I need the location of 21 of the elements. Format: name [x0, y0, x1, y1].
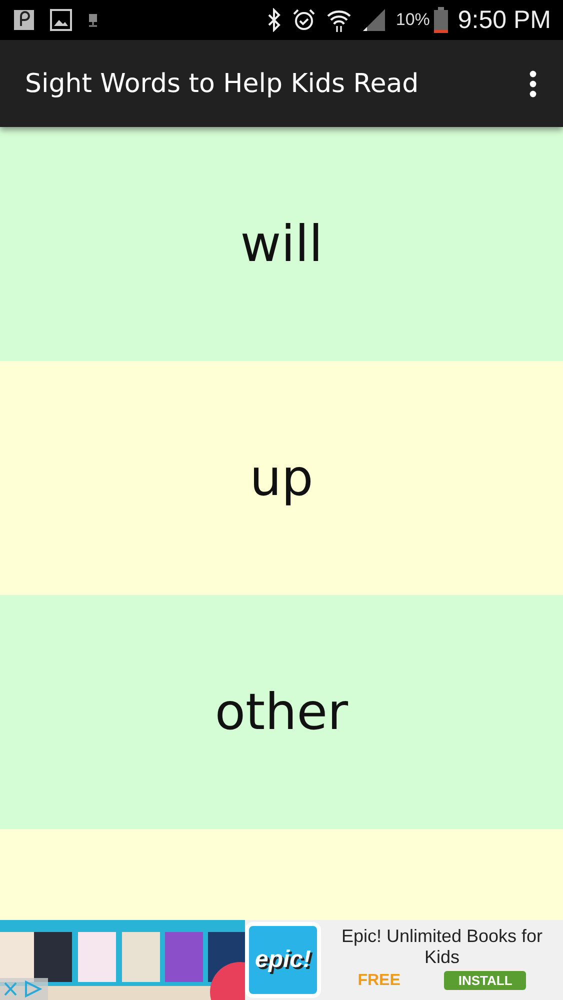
network-icon	[88, 13, 98, 27]
clock: 9:50 PM	[458, 6, 551, 34]
word-card[interactable]: up	[0, 361, 563, 595]
app-logo: epic!	[245, 922, 321, 998]
price: FREE	[358, 972, 400, 990]
signal-icon	[362, 8, 386, 32]
alarm-clock-icon	[292, 8, 316, 32]
ad-title: Epic! Unlimited Books for Kids	[340, 926, 544, 968]
word-card[interactable]: other	[0, 595, 563, 829]
battery-percentage: 10%	[396, 10, 430, 30]
app-title: Sight Words to Help Kids Read	[25, 68, 419, 98]
sight-word: up	[250, 449, 314, 507]
ad-choices-icon[interactable]	[0, 978, 48, 1000]
sight-word: other	[214, 683, 348, 741]
menu-icon[interactable]	[529, 70, 537, 98]
sight-word: will	[240, 215, 323, 273]
battery-icon	[434, 7, 448, 33]
word-card[interactable]: will	[0, 127, 563, 361]
bluetooth-icon	[266, 8, 282, 32]
image-icon	[50, 9, 72, 31]
app-notification-icon	[14, 10, 34, 30]
